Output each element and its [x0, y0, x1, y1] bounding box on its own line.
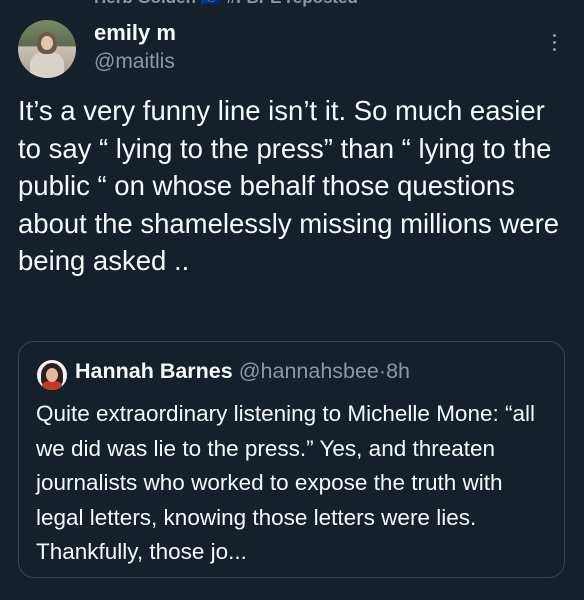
author-avatar[interactable] [18, 20, 76, 78]
quoted-avatar-face [46, 368, 58, 382]
quoted-avatar-body [42, 381, 62, 390]
quoted-author-handle[interactable]: @hannahsbee [239, 359, 379, 383]
repost-indicator[interactable]: Herb Golden 🇪🇺 #FBPE reposted [94, 0, 358, 8]
quoted-tweet-header: Hannah Barnes @hannahsbee·8h [75, 359, 410, 384]
quoted-author-display-name[interactable]: Hannah Barnes [75, 359, 233, 383]
quoted-tweet-timestamp[interactable]: 8h [386, 359, 410, 383]
more-dot [552, 41, 556, 44]
more-vertical-icon[interactable] [548, 34, 560, 56]
more-dot [552, 34, 556, 37]
quoted-author-avatar[interactable] [37, 360, 67, 390]
author-handle[interactable]: @maitlis [94, 50, 175, 74]
avatar-figure-body [30, 52, 64, 78]
quoted-tweet-text: Quite extraordinary listening to Michell… [36, 401, 535, 564]
tweet-body-text: It’s a very funny line isn’t it. So much… [18, 95, 560, 276]
author-display-name[interactable]: emily m [94, 20, 176, 46]
more-dot [552, 48, 556, 51]
quoted-header-separator: · [378, 359, 387, 383]
quoted-tweet-card[interactable]: Hannah Barnes @hannahsbee·8h Quite extra… [18, 341, 565, 578]
tweet-page: Herb Golden 🇪🇺 #FBPE reposted emily m @m… [0, 0, 584, 600]
avatar-figure-face [41, 36, 53, 50]
